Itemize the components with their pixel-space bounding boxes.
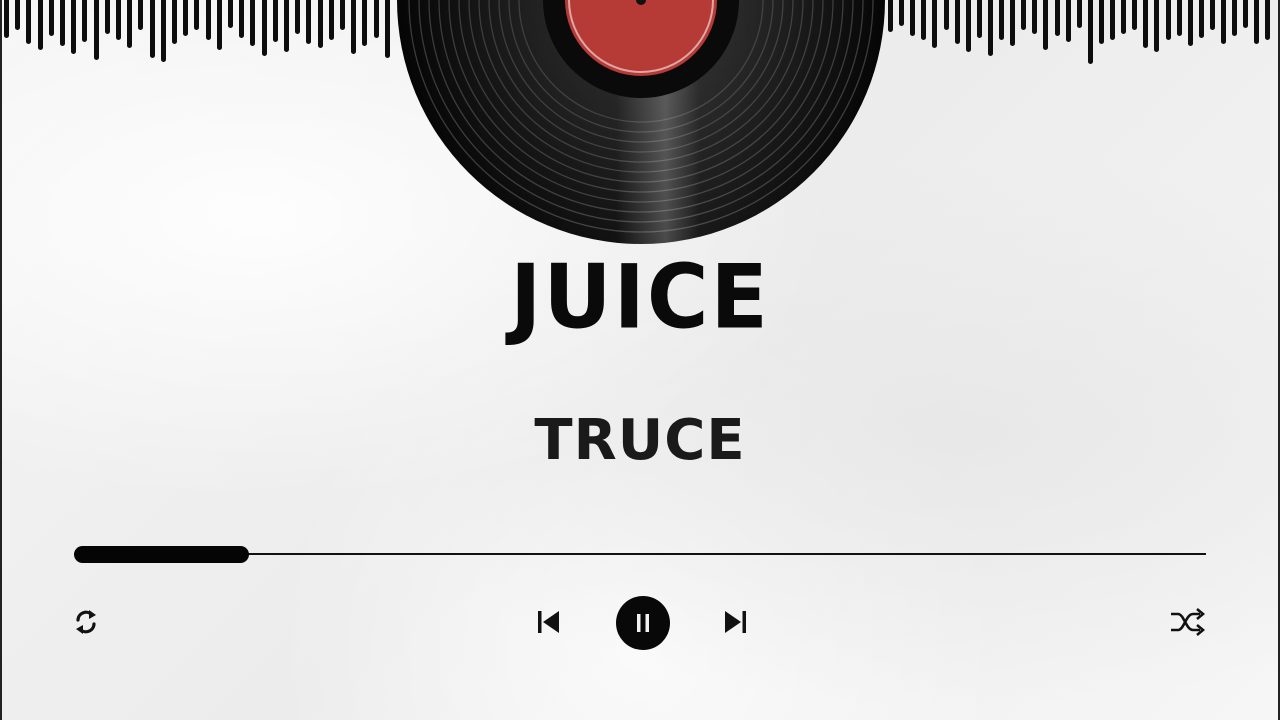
waveform-bar — [999, 0, 1004, 40]
waveform-bar — [1021, 0, 1027, 30]
waveform-bar — [48, 0, 54, 36]
waveform-bar — [1121, 0, 1127, 34]
skip-previous-icon — [538, 611, 559, 633]
waveform-bar — [317, 0, 323, 48]
waveform-bar — [1076, 0, 1082, 28]
waveform-bar — [295, 0, 301, 34]
waveform-bar — [37, 0, 43, 50]
waveform-bar — [910, 0, 916, 36]
song-title: JUICE — [510, 245, 770, 349]
waveform-bar — [306, 0, 312, 44]
waveform-bar — [1087, 0, 1093, 64]
waveform-bar — [15, 0, 21, 30]
waveform-bar — [373, 0, 379, 38]
waveform-bar — [1065, 0, 1071, 42]
next-button[interactable] — [720, 606, 752, 638]
skip-next-icon — [725, 611, 746, 633]
repeat-button[interactable] — [70, 606, 102, 638]
previous-button[interactable] — [532, 606, 564, 638]
waveform-bar — [1176, 0, 1182, 36]
waveform-bar — [1098, 0, 1104, 44]
waveform-bar — [138, 0, 144, 30]
waveform-bar — [1110, 0, 1115, 40]
waveform-bar — [60, 0, 65, 46]
waveform-bar — [284, 0, 289, 52]
shuffle-button[interactable] — [1168, 604, 1208, 640]
waveform-bar — [384, 0, 390, 58]
waveform-bar — [149, 0, 155, 58]
pause-icon — [637, 614, 649, 632]
waveform-bar — [1154, 0, 1160, 52]
waveform-bar — [216, 0, 222, 50]
repeat-icon — [76, 610, 96, 634]
waveform-bar — [340, 0, 345, 30]
waveform-bar — [899, 0, 905, 26]
waveform-bar — [1010, 0, 1016, 46]
waveform-bar — [954, 0, 960, 44]
waveform-bar — [250, 0, 256, 46]
waveform-bar — [228, 0, 233, 28]
waveform-bar — [172, 0, 177, 44]
artist-name: TRUCE — [534, 408, 746, 473]
shuffle-icon — [1171, 608, 1206, 636]
waveform-bar — [965, 0, 971, 52]
waveform-bar — [239, 0, 245, 38]
waveform-bar — [1143, 0, 1149, 48]
waveform-bar — [272, 0, 278, 42]
waveform-bar — [1032, 0, 1038, 34]
waveform-right — [888, 0, 1278, 70]
waveform-bar — [1209, 0, 1215, 30]
waveform-bar — [1265, 0, 1271, 40]
waveform-bar — [1232, 0, 1238, 36]
play-pause-button[interactable] — [616, 596, 670, 650]
waveform-bar — [1243, 0, 1249, 28]
waveform-bar — [1054, 0, 1060, 36]
waveform-bar — [127, 0, 133, 48]
waveform-bar — [1165, 0, 1171, 40]
waveform-bar — [160, 0, 166, 62]
waveform-bar — [362, 0, 368, 46]
waveform-bar — [71, 0, 77, 54]
waveform-bar — [1043, 0, 1049, 50]
waveform-bar — [183, 0, 189, 36]
waveform-bar — [888, 0, 893, 32]
waveform-bar — [26, 0, 32, 44]
waveform-bar — [4, 0, 9, 38]
waveform-bar — [932, 0, 938, 48]
waveform-bar — [976, 0, 982, 38]
waveform-bar — [921, 0, 927, 40]
waveform-bar — [82, 0, 88, 42]
waveform-bar — [205, 0, 211, 40]
waveform-bar — [1187, 0, 1193, 46]
waveform-bar — [943, 0, 949, 30]
waveform-bar — [194, 0, 200, 30]
waveform-bar — [116, 0, 121, 40]
waveform-left — [4, 0, 396, 70]
waveform-bar — [328, 0, 334, 40]
waveform-bar — [1221, 0, 1226, 44]
vinyl-record — [397, 0, 885, 244]
progress-fill[interactable] — [74, 546, 249, 563]
waveform-bar — [104, 0, 110, 34]
waveform-bar — [93, 0, 99, 60]
waveform-bar — [261, 0, 267, 56]
waveform-bar — [987, 0, 993, 56]
waveform-bar — [1254, 0, 1260, 44]
waveform-bar — [1132, 0, 1138, 30]
waveform-bar — [1198, 0, 1204, 38]
waveform-bar — [351, 0, 357, 54]
